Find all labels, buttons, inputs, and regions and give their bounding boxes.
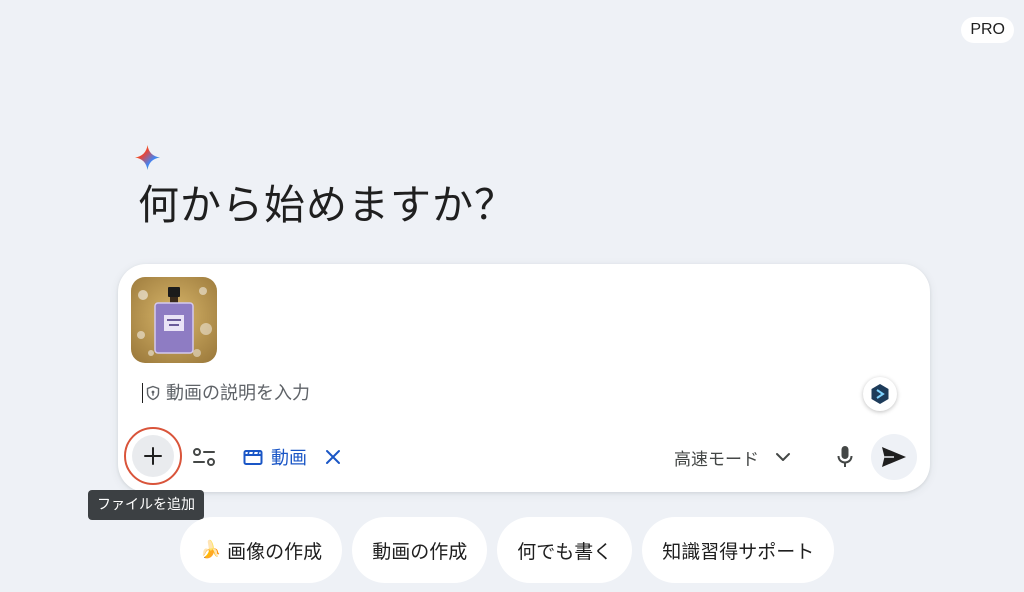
remove-tool-button[interactable] [325, 449, 341, 465]
suggestion-label: 知識習得サポート [662, 540, 815, 563]
active-tool-label: 動画 [271, 448, 307, 469]
add-file-button-surface [132, 435, 174, 477]
suggestion-label: 画像の作成 [227, 540, 323, 563]
banana-icon: 🍌 [200, 540, 222, 560]
pro-badge[interactable]: PRO [961, 17, 1014, 43]
suggestion-chips: 🍌 画像の作成 動画の作成 何でも書く 知識習得サポート [180, 517, 835, 583]
chevron-down-icon [776, 453, 790, 461]
active-tool-video[interactable]: 動画 [243, 442, 341, 472]
send-icon [882, 447, 906, 467]
mode-selector[interactable]: 高速モード [674, 442, 791, 472]
send-button[interactable] [871, 434, 917, 480]
suggestion-chip-create-image[interactable]: 🍌 画像の作成 [180, 517, 343, 583]
attachment-thumbnail[interactable] [131, 277, 217, 363]
mic-icon [837, 446, 853, 467]
add-file-tooltip: ファイルを追加 [88, 490, 204, 520]
suggestion-chip-create-video[interactable]: 動画の作成 [352, 517, 488, 583]
prompt-row [142, 380, 586, 406]
microphone-button[interactable] [828, 440, 862, 474]
suggestion-chip-learning-support[interactable]: 知識習得サポート [642, 517, 835, 583]
suggestion-label: 何でも書く [517, 540, 613, 563]
perfume-bottle-image [131, 277, 217, 363]
page-title: 何から始めますか？ [138, 181, 516, 229]
prompt-input[interactable] [166, 382, 586, 404]
plus-icon [144, 447, 162, 465]
gemini-spark-icon [135, 145, 160, 170]
extension-button[interactable] [863, 377, 897, 411]
suggestion-chip-write-anything[interactable]: 何でも書く [497, 517, 633, 583]
suggestion-label: 動画の作成 [372, 540, 468, 563]
close-icon [326, 450, 340, 464]
clapperboard-icon [243, 450, 263, 465]
mode-label: 高速モード [674, 449, 759, 470]
extension-logo-icon [871, 384, 889, 404]
tools-button[interactable] [188, 441, 220, 473]
shield-icon [145, 385, 161, 401]
tune-icon [193, 448, 215, 466]
prompt-composer: 動画 高速モード [118, 264, 930, 492]
text-cursor [142, 383, 143, 403]
add-file-button[interactable] [124, 427, 182, 485]
